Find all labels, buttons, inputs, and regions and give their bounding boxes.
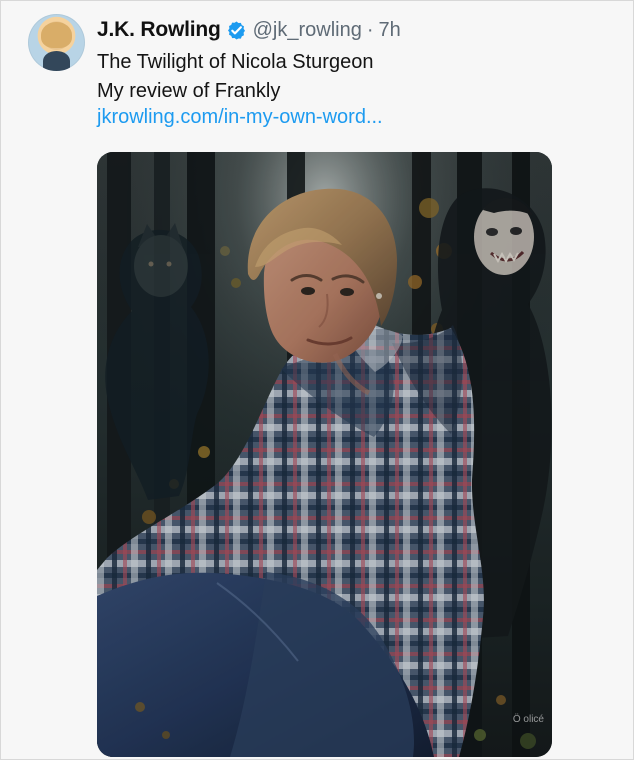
display-name[interactable]: J.K. Rowling [97,18,221,42]
handle[interactable]: @jk_rowling [253,19,362,42]
tweet-card[interactable]: J.K. Rowling @jk_rowling · 7h The Twilig… [1,1,633,759]
timestamp[interactable]: 7h [379,19,401,42]
tweet-line-title: The Twilight of Nicola Sturgeon [97,51,374,73]
article-link[interactable]: jkrowling.com/in-my-own-word... [97,106,383,129]
forest-portrait-image [97,152,552,757]
tweet-image[interactable]: Ö olicé [97,152,552,757]
tweet-line-review: My review of Frankly [97,80,281,102]
verified-badge-icon [227,20,245,40]
avatar[interactable] [28,14,85,71]
tweet-text: The Twilight of Nicola Sturgeon My revie… [97,48,597,106]
tweet-header: J.K. Rowling @jk_rowling · 7h [97,16,401,44]
screenshot-frame: J.K. Rowling @jk_rowling · 7h The Twilig… [0,0,634,760]
image-watermark: Ö olicé [512,714,544,725]
separator-dot: · [366,18,374,41]
